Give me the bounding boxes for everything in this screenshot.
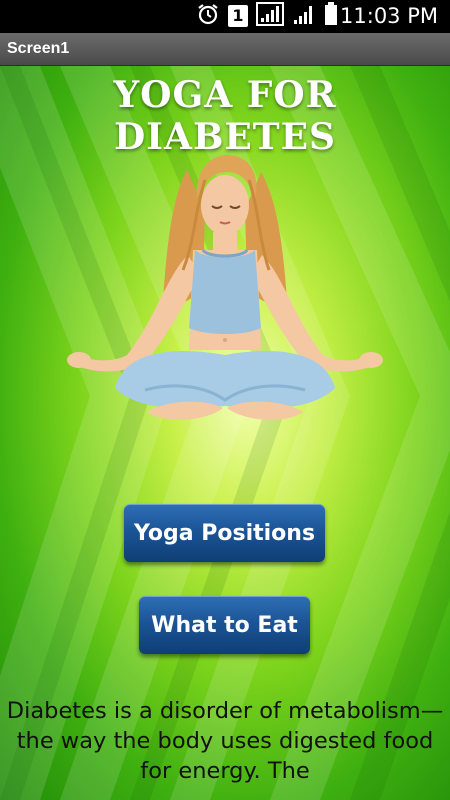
title-bar: Screen1 bbox=[0, 33, 450, 66]
signal-box-icon bbox=[256, 2, 284, 30]
status-bar: 1 11:03 PM bbox=[0, 0, 450, 33]
yoga-woman-illustration bbox=[67, 155, 383, 420]
alarm-icon bbox=[196, 2, 220, 30]
description-text: Diabetes is a disorder of metabolism—the… bbox=[6, 698, 444, 784]
notification-badge: 1 bbox=[228, 5, 248, 27]
status-icons: 1 bbox=[196, 2, 338, 30]
main-content: YOGA FOR DIABETES Yoga Positions What to… bbox=[0, 66, 450, 800]
status-time: 11:03 PM bbox=[340, 4, 438, 28]
battery-icon bbox=[324, 2, 338, 30]
cell-signal-icon bbox=[292, 2, 316, 30]
screen-title: Screen1 bbox=[7, 40, 70, 57]
what-to-eat-button[interactable]: What to Eat bbox=[139, 596, 310, 654]
app-title: YOGA FOR DIABETES bbox=[113, 74, 337, 158]
yoga-positions-button[interactable]: Yoga Positions bbox=[124, 504, 325, 562]
